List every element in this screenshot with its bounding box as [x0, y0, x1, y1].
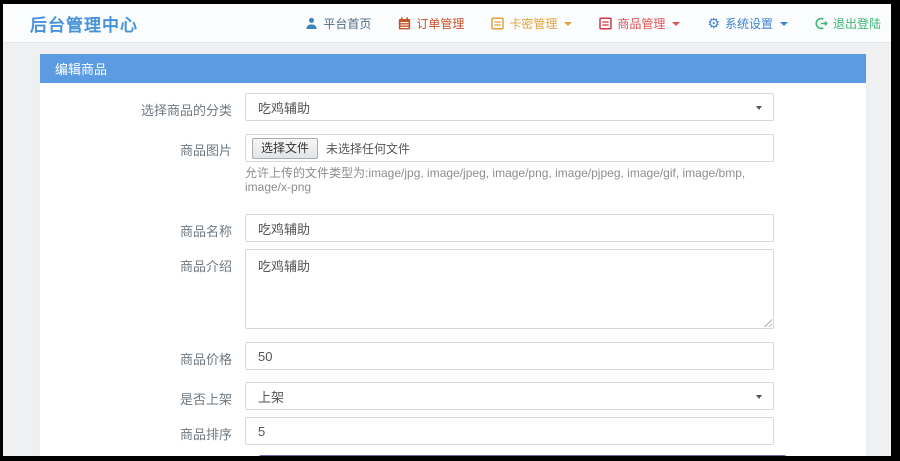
- chevron-down-icon: [779, 21, 788, 26]
- calendar-icon: [398, 16, 411, 30]
- nav-item-platform-home[interactable]: 平台首页: [305, 15, 371, 32]
- chevron-down-icon: [672, 21, 681, 26]
- gear-icon: ⚙: [707, 14, 720, 31]
- nav-menu: 平台首页 订单管理 卡密管理 商品管理 ⚙ 系统设置 退出登陆: [305, 15, 881, 32]
- nav-item-label: 退出登陆: [832, 16, 881, 31]
- select-arrow-icon: [756, 395, 762, 399]
- nav-item-card-management[interactable]: 卡密管理: [491, 15, 573, 32]
- description-label: 商品介绍: [179, 259, 232, 274]
- nav-item-logout[interactable]: 退出登陆: [815, 15, 881, 32]
- logout-icon: [815, 17, 828, 30]
- save-product-button[interactable]: 保存商品: [258, 455, 787, 456]
- nav-item-label: 订单管理: [416, 16, 465, 31]
- edit-product-form: 选择商品的分类 吃鸡辅助 商品图片 选择文件 未选择任何文件 允许上传的文件类型: [40, 83, 866, 456]
- nav-item-order-management[interactable]: 订单管理: [398, 15, 464, 32]
- card-list-icon: [491, 17, 505, 30]
- user-icon: [305, 17, 318, 30]
- name-input[interactable]: [245, 214, 774, 242]
- status-select[interactable]: 上架: [245, 382, 774, 410]
- name-label: 商品名称: [179, 224, 232, 239]
- nav-item-label: 系统设置: [724, 16, 773, 31]
- sort-label: 商品排序: [179, 427, 232, 442]
- price-input[interactable]: [245, 342, 774, 370]
- chevron-down-icon: [564, 21, 573, 26]
- nav-item-label: 卡密管理: [509, 16, 558, 31]
- edit-product-panel: 编辑商品 选择商品的分类 吃鸡辅助 商品图片 选择文件 未选择任何文件 允许上传…: [40, 54, 866, 456]
- category-label: 选择商品的分类: [140, 103, 232, 118]
- price-label: 商品价格: [179, 352, 232, 367]
- image-label: 商品图片: [179, 143, 232, 158]
- product-list-icon: [599, 17, 613, 30]
- status-label: 是否上架: [179, 392, 232, 407]
- app-title: 后台管理中心: [30, 15, 138, 35]
- file-status-text: 未选择任何文件: [326, 141, 411, 156]
- nav-item-system-settings[interactable]: ⚙ 系统设置: [707, 15, 788, 32]
- select-arrow-icon: [756, 106, 762, 110]
- category-select[interactable]: 吃鸡辅助: [245, 93, 774, 121]
- choose-file-button[interactable]: 选择文件: [252, 137, 319, 159]
- category-selected-value: 吃鸡辅助: [258, 100, 311, 116]
- panel-title: 编辑商品: [40, 54, 866, 83]
- top-navbar: 后台管理中心 平台首页 订单管理 卡密管理 商品管理 ⚙ 系统设置 退出登陆: [3, 4, 891, 43]
- nav-item-product-management[interactable]: 商品管理: [599, 15, 681, 32]
- description-textarea[interactable]: 吃鸡辅助: [245, 249, 774, 329]
- nav-item-label: 平台首页: [323, 16, 372, 31]
- status-selected-value: 上架: [258, 389, 285, 405]
- nav-item-label: 商品管理: [617, 16, 666, 31]
- app-window: 后台管理中心 平台首页 订单管理 卡密管理 商品管理 ⚙ 系统设置 退出登陆 编…: [3, 4, 891, 456]
- image-file-input[interactable]: 选择文件 未选择任何文件: [245, 134, 774, 162]
- upload-type-hint: 允许上传的文件类型为:image/jpg, image/jpeg, image/…: [245, 166, 746, 194]
- sort-input[interactable]: [245, 417, 774, 445]
